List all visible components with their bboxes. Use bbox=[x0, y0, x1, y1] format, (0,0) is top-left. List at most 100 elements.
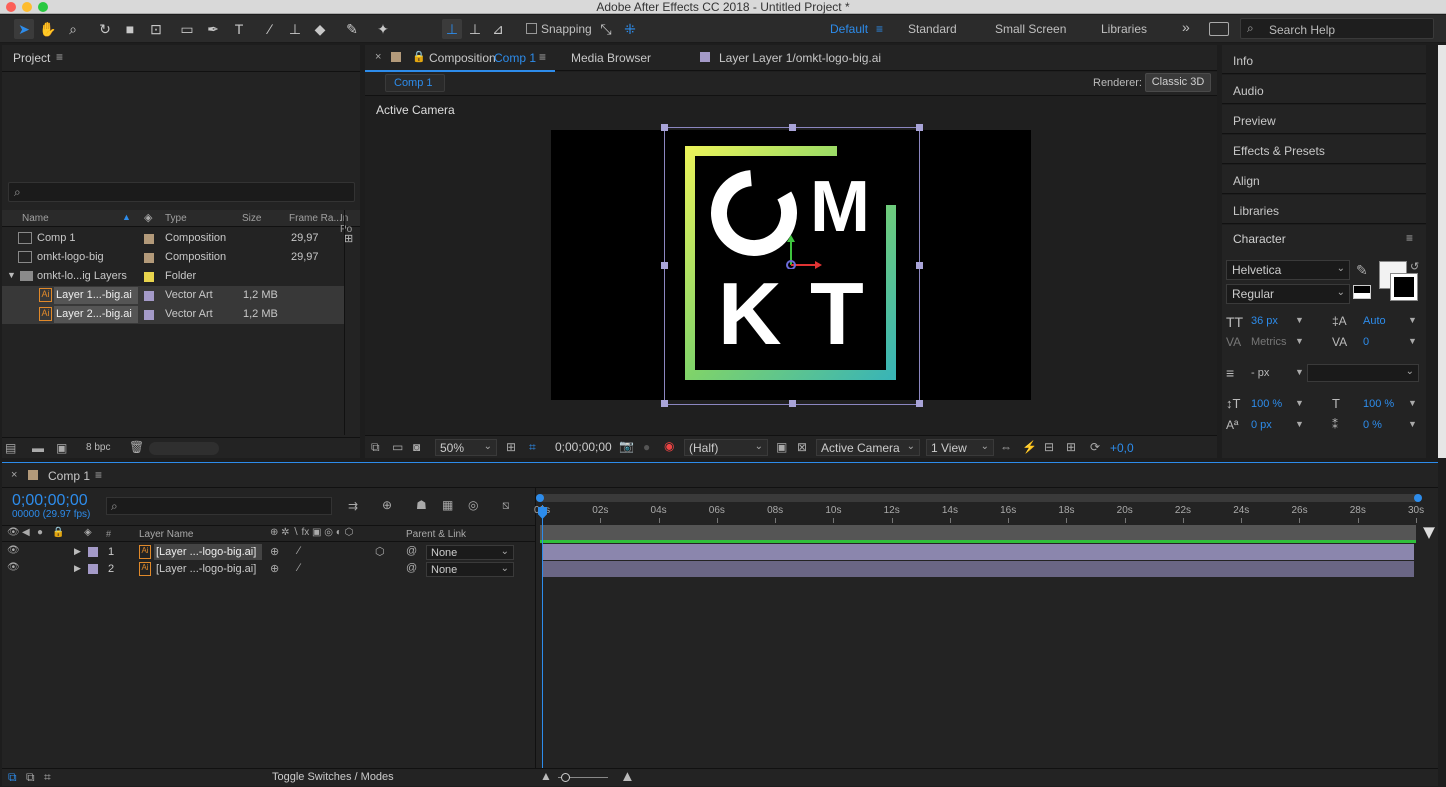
resolution-select[interactable]: (Half) ⌄ bbox=[684, 439, 768, 456]
label-swatch[interactable] bbox=[144, 253, 154, 263]
time-ruler[interactable]: 00s02s04s06s08s10s12s14s16s18s20s22s24s2… bbox=[534, 505, 1424, 523]
libraries-panel-tab[interactable]: Libraries bbox=[1222, 195, 1426, 224]
label-swatch[interactable] bbox=[144, 234, 154, 244]
snapping-options-icon[interactable]: ⤡ bbox=[596, 19, 616, 39]
panel-menu-icon[interactable]: ≡ bbox=[539, 50, 546, 64]
puppet-tool-icon[interactable]: ✦ bbox=[373, 19, 393, 39]
sync-settings-icon[interactable] bbox=[1209, 22, 1229, 36]
rectangle-tool-icon[interactable]: ▭ bbox=[177, 19, 197, 39]
motion-blur-icon[interactable]: ◎ bbox=[468, 498, 478, 512]
list-item[interactable]: Comp 1 Composition 29,97 bbox=[2, 229, 344, 248]
view-layout-select[interactable]: 1 View ⌄ bbox=[926, 439, 994, 456]
zoom-out-icon[interactable]: ▲ bbox=[540, 769, 552, 783]
info-panel-tab[interactable]: Info bbox=[1222, 45, 1426, 74]
label-swatch[interactable] bbox=[144, 272, 154, 282]
panel-menu-icon[interactable]: ≡ bbox=[95, 468, 102, 482]
work-area-end-handle[interactable] bbox=[1414, 494, 1422, 502]
layer-switches-toggle-icon[interactable]: ⧉ bbox=[8, 770, 17, 785]
character-panel-title[interactable]: Character bbox=[1233, 232, 1286, 246]
tsume-value[interactable]: 0 % bbox=[1363, 419, 1382, 431]
transform-handle[interactable] bbox=[916, 400, 923, 407]
panel-menu-icon[interactable]: ≡ bbox=[56, 50, 63, 64]
tab-composition-name[interactable]: Comp 1 bbox=[494, 51, 536, 65]
stroke-color-swatch[interactable] bbox=[1390, 273, 1418, 301]
pen-tool-icon[interactable]: ✒ bbox=[203, 19, 223, 39]
expand-triangle-icon[interactable]: ▶ bbox=[74, 546, 81, 557]
column-frame-rate[interactable]: Frame Ra... bbox=[289, 213, 342, 224]
solo-icon[interactable]: ● bbox=[37, 527, 43, 538]
transform-handle[interactable] bbox=[661, 124, 668, 131]
chevron-down-icon[interactable]: ▼ bbox=[1408, 398, 1417, 408]
label-swatch[interactable] bbox=[144, 310, 154, 320]
shy-layers-icon[interactable]: ☗ bbox=[416, 498, 427, 512]
reset-exposure-icon[interactable]: ⟳ bbox=[1090, 440, 1100, 454]
align-panel-tab[interactable]: Align bbox=[1222, 165, 1426, 194]
chevron-down-icon[interactable]: ▼ bbox=[1295, 315, 1304, 325]
workspace-standard[interactable]: Standard bbox=[908, 22, 957, 36]
pan-behind-tool-icon[interactable]: ⊡ bbox=[146, 19, 166, 39]
flowchart-icon[interactable]: ⊞ bbox=[344, 232, 353, 245]
search-help-input[interactable]: ⌕ Search Help bbox=[1240, 18, 1434, 39]
work-area-start-handle[interactable] bbox=[536, 494, 544, 502]
timeline-search-input[interactable]: ⌕ bbox=[106, 497, 332, 515]
work-area-bar[interactable] bbox=[536, 494, 1420, 502]
transform-handle[interactable] bbox=[789, 400, 796, 407]
parent-pickwhip-icon[interactable]: @ bbox=[406, 562, 417, 574]
composition-flowchart-icon[interactable]: ⇉ bbox=[348, 499, 358, 513]
flowchart-icon[interactable]: ⊞ bbox=[1066, 440, 1076, 454]
timeline-icon[interactable]: ⊟ bbox=[1044, 440, 1054, 454]
chevron-down-icon[interactable]: ▼ bbox=[1408, 419, 1417, 429]
comp-marker-bin-icon[interactable] bbox=[1423, 527, 1435, 539]
graph-editor-icon[interactable]: ⧅ bbox=[502, 498, 510, 513]
stroke-width-value[interactable]: - px bbox=[1251, 367, 1269, 379]
lock-icon[interactable]: 🔒 bbox=[412, 50, 426, 63]
toggle-switches-modes-button[interactable]: Toggle Switches / Modes bbox=[272, 771, 394, 783]
mask-visibility-icon[interactable]: ⌗ bbox=[529, 440, 536, 455]
transform-handle[interactable] bbox=[661, 262, 668, 269]
lock-icon[interactable]: 🔒 bbox=[52, 527, 64, 538]
parent-select[interactable]: None ⌄ bbox=[426, 545, 514, 560]
list-item[interactable]: ▼ omkt-lo...ig Layers Folder bbox=[2, 267, 344, 286]
workspace-default[interactable]: Default bbox=[830, 22, 868, 36]
layer-name[interactable]: [Layer ...-logo-big.ai] bbox=[156, 546, 256, 558]
eyedropper-icon[interactable]: ✎ bbox=[1356, 262, 1368, 279]
brush-tool-icon[interactable]: ∕ bbox=[260, 19, 280, 39]
monitor-icon[interactable]: ▭ bbox=[392, 440, 403, 454]
thumbnail-zoom-slider[interactable] bbox=[149, 442, 219, 455]
font-size-value[interactable]: 36 px bbox=[1251, 315, 1278, 327]
snapshot-camera-icon[interactable]: 📷 bbox=[619, 439, 634, 453]
timeline-tab[interactable]: Comp 1 bbox=[48, 469, 90, 483]
transfer-controls-icon[interactable]: ⧉ bbox=[26, 770, 35, 785]
tab-media-browser[interactable]: Media Browser bbox=[571, 51, 651, 65]
in-out-duration-icon[interactable]: ⌗ bbox=[44, 770, 51, 785]
leading-value[interactable]: Auto bbox=[1363, 315, 1386, 327]
tab-layer[interactable]: Layer Layer 1/omkt-logo-big.ai bbox=[719, 51, 881, 65]
more-workspaces-icon[interactable]: » bbox=[1182, 19, 1190, 35]
trash-icon[interactable]: 🗑 bbox=[129, 440, 144, 454]
rotate-tool-icon[interactable]: ↻ bbox=[95, 19, 115, 39]
expand-triangle-icon[interactable]: ▼ bbox=[7, 270, 16, 280]
visibility-eye-icon[interactable]: 👁 bbox=[7, 562, 20, 573]
transparency-grid-icon[interactable]: ⊠ bbox=[797, 440, 807, 454]
snapping-checkbox[interactable] bbox=[526, 23, 537, 34]
column-type[interactable]: Type bbox=[165, 213, 187, 224]
parent-select[interactable]: None ⌄ bbox=[426, 562, 514, 577]
column-layer-name[interactable]: Layer Name bbox=[139, 529, 193, 540]
chevron-down-icon[interactable]: ▼ bbox=[1408, 315, 1417, 325]
column-size[interactable]: Size bbox=[242, 213, 261, 224]
workspace-menu-icon[interactable]: ≡ bbox=[876, 22, 883, 36]
selection-tool-icon[interactable]: ➤ bbox=[14, 19, 34, 39]
layer-duration-bar[interactable] bbox=[542, 544, 1414, 560]
new-folder-icon[interactable]: ▬ bbox=[32, 441, 44, 455]
baseline-shift-value[interactable]: 0 px bbox=[1251, 419, 1272, 431]
workspace-small-screen[interactable]: Small Screen bbox=[995, 22, 1066, 36]
font-style-select[interactable]: Regular ⌄ bbox=[1226, 284, 1350, 304]
tracking-value[interactable]: 0 bbox=[1363, 336, 1369, 348]
table-row[interactable]: 👁 ▶ 2 Ai [Layer ...-logo-big.ai] ⊕ ∕ @ N… bbox=[2, 561, 535, 578]
stroke-style-select[interactable]: ⌄ bbox=[1307, 364, 1419, 382]
parent-pickwhip-icon[interactable]: @ bbox=[406, 545, 417, 557]
3d-layer-icon[interactable]: ⬡ bbox=[375, 545, 385, 558]
always-preview-icon[interactable]: ⧉ bbox=[371, 440, 380, 455]
expand-triangle-icon[interactable]: ▶ bbox=[74, 563, 81, 574]
audio-icon[interactable]: ◀ bbox=[22, 527, 30, 538]
